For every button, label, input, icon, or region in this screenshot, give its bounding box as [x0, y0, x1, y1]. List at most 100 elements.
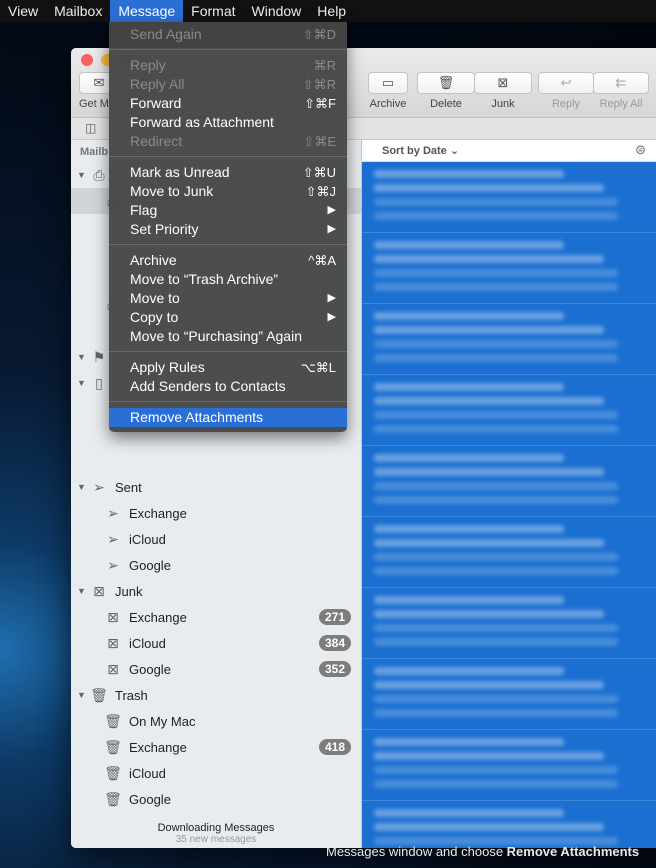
- menu-item-apply-rules[interactable]: Apply Rules ⌥⌘L: [109, 358, 347, 377]
- menu-mailbox[interactable]: Mailbox: [46, 0, 110, 22]
- message-row[interactable]: [362, 446, 656, 517]
- menu-item-set-priority[interactable]: Set Priority ▶: [109, 220, 347, 239]
- menu-view[interactable]: View: [0, 0, 46, 22]
- reply-button[interactable]: ↩: [538, 72, 594, 94]
- menu-help[interactable]: Help: [309, 0, 354, 22]
- junk-button[interactable]: ⊠: [474, 72, 532, 94]
- disclosure-triangle-icon[interactable]: ▼: [77, 170, 87, 180]
- disclosure-triangle-icon[interactable]: ▼: [77, 482, 87, 492]
- sort-by-date-button[interactable]: Sort by Date ⌄: [382, 144, 459, 157]
- menu-message[interactable]: Message: [110, 0, 184, 22]
- menu-item-reply[interactable]: Reply ⌘R: [109, 56, 347, 75]
- sidebar-section-junk[interactable]: ▼ ⊠ Junk: [71, 578, 361, 604]
- sidebar-item-label: Google: [129, 791, 171, 807]
- menu-item-move-to-junk[interactable]: Move to Junk ⇧⌘J: [109, 182, 347, 201]
- sidebar-item-icloud[interactable]: ⊠ iCloud 384: [71, 630, 361, 656]
- sidebar-item-google[interactable]: ⊠ Google 352: [71, 656, 361, 682]
- sidebar-item-exchange[interactable]: ➢ Exchange: [71, 500, 361, 526]
- message-row[interactable]: [362, 730, 656, 801]
- blurred-text: [374, 638, 618, 646]
- blurred-text: [374, 425, 618, 433]
- blurred-text: [374, 383, 564, 391]
- sidebar-item-label: Exchange: [129, 739, 187, 755]
- close-window-button[interactable]: [81, 54, 93, 66]
- caption-prefix: Messages window and choose: [326, 844, 507, 859]
- sidebar-item-exchange[interactable]: 🗑 Exchange 418: [71, 734, 361, 760]
- message-list: Sort by Date ⌄ ⊜: [361, 140, 656, 848]
- junk-box-icon: ⊠: [93, 582, 105, 599]
- message-row[interactable]: [362, 233, 656, 304]
- menu-item-flag[interactable]: Flag ▶: [109, 201, 347, 220]
- disclosure-triangle-icon[interactable]: ▼: [77, 378, 87, 388]
- blurred-text: [374, 212, 618, 220]
- menu-item-archive[interactable]: Archive ^⌘A: [109, 251, 347, 270]
- menu-item-move-to[interactable]: Move to ▶: [109, 289, 347, 308]
- message-row[interactable]: [362, 304, 656, 375]
- menu-item-shortcut: ⌘R: [313, 58, 336, 73]
- menu-item-mark-as-unread[interactable]: Mark as Unread ⇧⌘U: [109, 163, 347, 182]
- menu-item-copy-to[interactable]: Copy to ▶: [109, 308, 347, 327]
- message-row[interactable]: [362, 801, 656, 848]
- instruction-caption: Messages window and choose Remove Attach…: [326, 844, 639, 859]
- message-rows: [362, 162, 656, 848]
- menu-item-label: Move to: [130, 290, 180, 306]
- menu-item-forward-as-attachment[interactable]: Forward as Attachment: [109, 113, 347, 132]
- trash-icon: 🗑: [104, 738, 122, 755]
- reply-all-label: Reply All: [599, 98, 643, 110]
- menu-item-forward[interactable]: Forward ⇧⌘F: [109, 94, 347, 113]
- blurred-text: [374, 525, 564, 533]
- delete-label: Delete: [430, 98, 462, 110]
- sidebar-item-google[interactable]: ➢ Google: [71, 552, 361, 578]
- message-row[interactable]: [362, 375, 656, 446]
- sidebar-item-exchange[interactable]: ⊠ Exchange 271: [71, 604, 361, 630]
- menu-item-send-again[interactable]: Send Again ⇧⌘D: [109, 25, 347, 44]
- menu-bar: View Mailbox Message Format Window Help: [0, 0, 656, 22]
- archive-button[interactable]: ▭: [368, 72, 408, 94]
- menu-item-label: Apply Rules: [130, 359, 205, 375]
- trash-icon: 🗑: [90, 686, 108, 703]
- message-row[interactable]: [362, 162, 656, 233]
- menu-item-remove-attachments[interactable]: Remove Attachments: [109, 408, 347, 427]
- blurred-text: [374, 411, 618, 419]
- menu-item-label: Move to “Trash Archive”: [130, 271, 279, 287]
- sidebar-item-icloud[interactable]: ➢ iCloud: [71, 526, 361, 552]
- message-row[interactable]: [362, 588, 656, 659]
- sidebar-item-google[interactable]: 🗑 Google: [71, 786, 361, 812]
- sidebar-item-on-my-mac[interactable]: 🗑 On My Mac: [71, 708, 361, 734]
- blurred-text: [374, 695, 618, 703]
- menu-window[interactable]: Window: [244, 0, 310, 22]
- filter-icon[interactable]: ⊜: [635, 142, 646, 158]
- sidebar-item-icloud[interactable]: 🗑 iCloud: [71, 760, 361, 786]
- menu-item-label: Mark as Unread: [130, 164, 230, 180]
- menu-item-label: Reply: [130, 57, 166, 73]
- menu-separator: [109, 351, 347, 352]
- submenu-arrow-icon: ▶: [327, 311, 336, 323]
- menu-format[interactable]: Format: [183, 0, 243, 22]
- paper-plane-icon: ➢: [107, 530, 119, 547]
- menu-item-move-to-purchasing-again[interactable]: Move to “Purchasing” Again: [109, 327, 347, 346]
- message-row[interactable]: [362, 659, 656, 730]
- menu-item-redirect[interactable]: Redirect ⇧⌘E: [109, 132, 347, 151]
- blurred-text: [374, 624, 618, 632]
- sidebar-item-label: Junk: [115, 583, 143, 599]
- disclosure-triangle-icon[interactable]: ▼: [77, 690, 87, 700]
- menu-item-label: Reply All: [130, 76, 185, 92]
- menu-item-shortcut: ⇧⌘D: [302, 27, 336, 42]
- message-row[interactable]: [362, 517, 656, 588]
- sidebar-header: Mailb: [80, 146, 109, 158]
- menu-item-reply-all[interactable]: Reply All ⇧⌘R: [109, 75, 347, 94]
- sidebar-section-sent[interactable]: ▼ ➢ Sent: [71, 474, 361, 500]
- menu-item-move-to-trash-archive[interactable]: Move to “Trash Archive”: [109, 270, 347, 289]
- disclosure-triangle-icon[interactable]: ▼: [77, 352, 87, 362]
- sidebar-toggle-icon[interactable]: ◫: [85, 121, 96, 135]
- menu-item-add-senders-to-contacts[interactable]: Add Senders to Contacts: [109, 377, 347, 396]
- unread-count-badge: 271: [318, 609, 351, 625]
- menu-item-label: Set Priority: [130, 221, 199, 237]
- reply-all-button[interactable]: ⇇: [593, 72, 649, 94]
- disclosure-triangle-icon[interactable]: ▼: [77, 586, 87, 596]
- blurred-text: [374, 681, 605, 689]
- sidebar-item-label: Google: [129, 557, 171, 573]
- junk-box-icon: ⊠: [107, 660, 119, 677]
- delete-button[interactable]: 🗑: [417, 72, 475, 94]
- sidebar-section-trash[interactable]: ▼ 🗑 Trash: [71, 682, 361, 708]
